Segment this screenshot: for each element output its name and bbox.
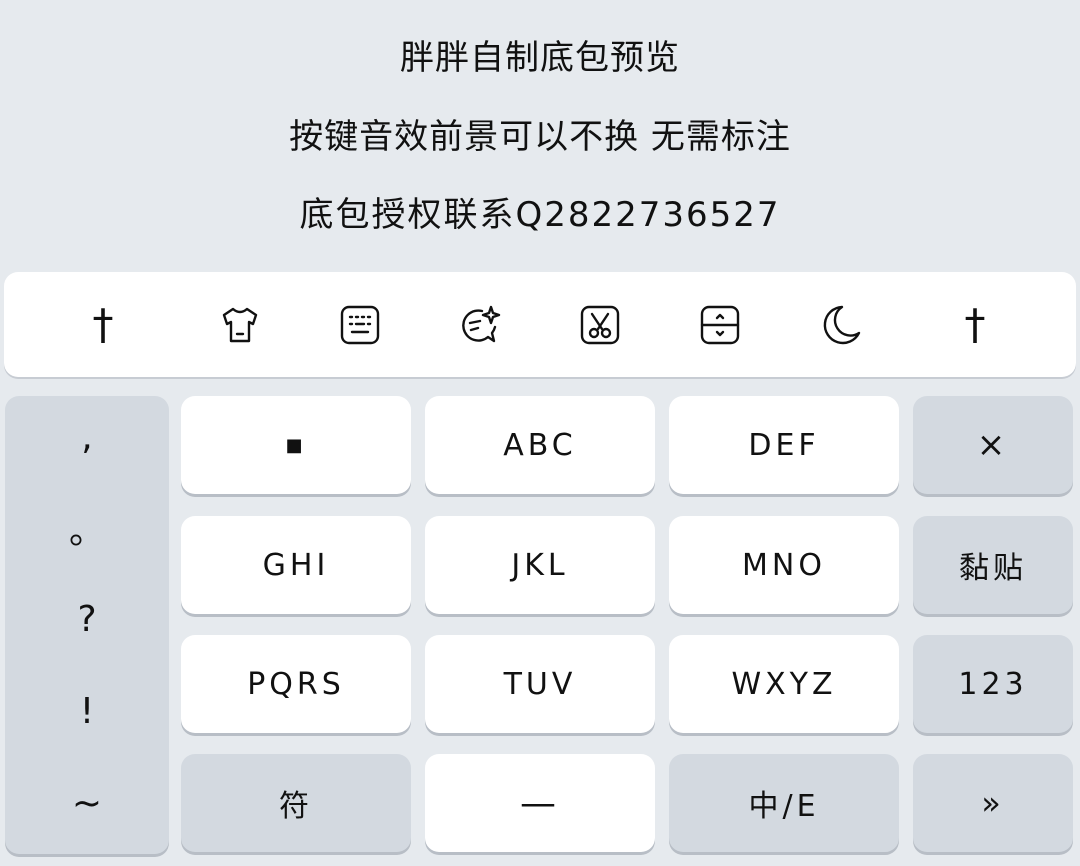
punct-period[interactable]: 。 — [5, 512, 169, 552]
key-jkl[interactable]: JKL — [425, 516, 655, 614]
punct-question[interactable]: ? — [5, 600, 169, 640]
preview-header: 胖胖自制底包预览 按键音效前景可以不换 无需标注 底包授权联系Q28227365… — [0, 0, 1080, 262]
enter-button[interactable]: » — [913, 754, 1073, 852]
paste-button[interactable]: 黏贴 — [913, 516, 1073, 614]
space-button[interactable]: — — [425, 754, 655, 852]
punct-tilde[interactable]: ~ — [5, 784, 169, 824]
key-ghi[interactable]: GHI — [181, 516, 411, 614]
punct-comma[interactable]: , — [5, 418, 169, 458]
key-dot[interactable]: ■ — [181, 396, 411, 494]
punctuation-list[interactable]: , 。 ? ! ~ — [5, 396, 169, 854]
toolbar-right-dagger[interactable]: † — [952, 302, 998, 348]
key-abc[interactable]: ABC — [425, 396, 655, 494]
delete-button[interactable]: × — [913, 396, 1073, 494]
header-contact: 底包授权联系Q2822736527 — [299, 195, 781, 235]
numbers-button[interactable]: 123 — [913, 635, 1073, 733]
scissors-icon[interactable] — [577, 302, 623, 348]
key-wxyz[interactable]: WXYZ — [669, 635, 899, 733]
punct-exclamation[interactable]: ! — [5, 692, 169, 732]
symbol-button[interactable]: 符 — [181, 754, 411, 852]
key-mno[interactable]: MNO — [669, 516, 899, 614]
resize-icon[interactable] — [697, 302, 743, 348]
language-switch-button[interactable]: 中/E — [669, 754, 899, 852]
chat-sparkle-icon[interactable] — [457, 302, 503, 348]
tshirt-icon[interactable] — [217, 302, 263, 348]
keyboard-toolbar: † † — [4, 272, 1076, 377]
toolbar-left-dagger[interactable]: † — [80, 302, 126, 348]
keyboard-icon[interactable] — [337, 302, 383, 348]
key-def[interactable]: DEF — [669, 396, 899, 494]
key-tuv[interactable]: TUV — [425, 635, 655, 733]
key-pqrs[interactable]: PQRS — [181, 635, 411, 733]
header-subtitle: 按键音效前景可以不换 无需标注 — [289, 117, 791, 157]
header-title: 胖胖自制底包预览 — [400, 38, 680, 78]
moon-icon[interactable] — [817, 302, 863, 348]
